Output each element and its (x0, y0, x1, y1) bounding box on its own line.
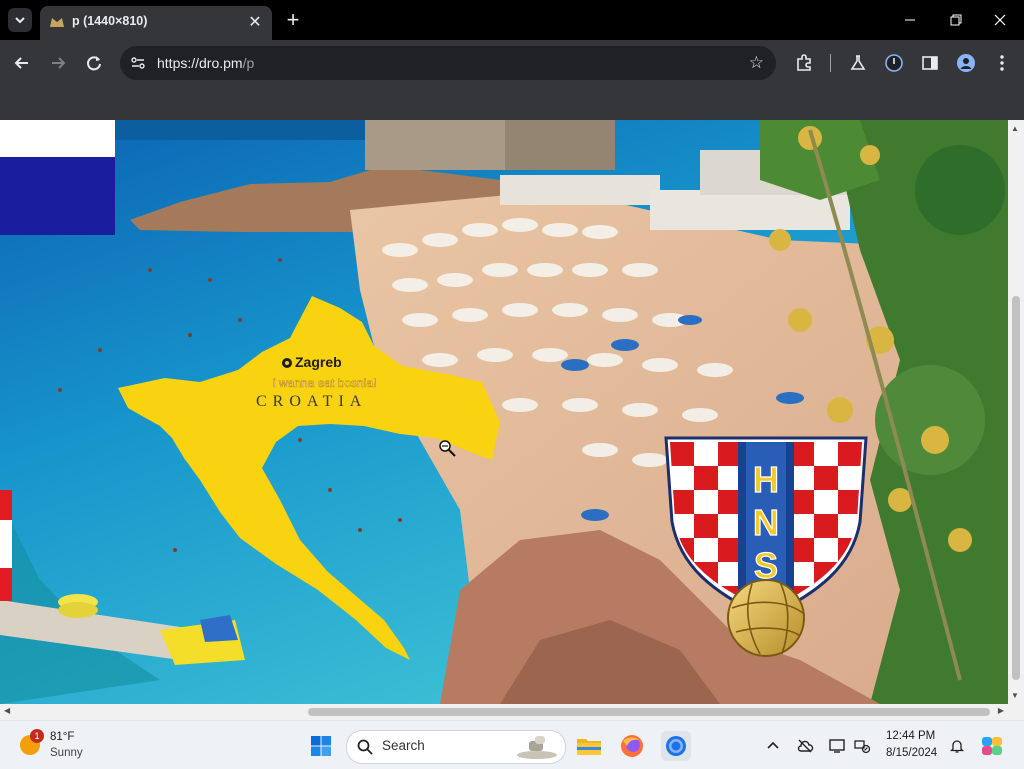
tab-title: p (1440×810) (72, 14, 148, 28)
url-text: https://dro.pm/p (157, 55, 254, 71)
tab-strip: p (1440×810) ✕ + (0, 0, 1024, 40)
star-icon[interactable]: ☆ (749, 53, 764, 73)
map-country-label: CROATIA (256, 393, 367, 410)
vertical-scrollbar[interactable]: ▲ ▼ (1008, 120, 1024, 704)
weather-widget[interactable]: 1 81°F Sunny (18, 729, 118, 763)
browser-tab[interactable]: p (1440×810) ✕ (40, 6, 272, 40)
vertical-scroll-thumb[interactable] (1012, 296, 1020, 680)
chevron-up-icon[interactable] (764, 737, 782, 755)
puzzle-icon[interactable] (794, 53, 814, 73)
site-info-icon[interactable] (130, 55, 146, 71)
display-icon[interactable] (828, 737, 846, 755)
cloud-off-icon[interactable] (796, 737, 814, 755)
weather-description: Sunny (50, 747, 83, 759)
copilot-icon[interactable] (980, 734, 1004, 758)
url-host: https://dro.pm (157, 55, 243, 71)
crest-letter-n: N (753, 502, 779, 543)
search-icon (357, 739, 373, 755)
horizontal-scroll-thumb[interactable] (308, 708, 990, 716)
beach-scene-image: Zagreb i wanna eat bosnia! CROATIA H N S (0, 120, 1008, 704)
extension-badge-icon[interactable] (884, 53, 904, 73)
windows-start-icon[interactable] (310, 735, 332, 757)
scroll-right-arrow-icon[interactable]: ▶ (998, 706, 1004, 715)
chrome-icon (666, 736, 686, 756)
map-caption-label: i wanna eat bosnia! (273, 376, 376, 390)
scroll-left-arrow-icon[interactable]: ◀ (4, 706, 10, 715)
close-window-icon[interactable] (990, 10, 1010, 30)
side-panel-icon[interactable] (920, 53, 940, 73)
clock-time[interactable]: 12:44 PM (886, 730, 935, 742)
map-city-label: Zagreb (295, 354, 342, 370)
chevron-down-icon (15, 17, 25, 24)
tab-favicon-icon (50, 18, 64, 27)
firefox-icon[interactable] (617, 731, 647, 761)
search-highlight-image (517, 736, 557, 759)
page-content: Zagreb i wanna eat bosnia! CROATIA H N S (0, 120, 1008, 704)
new-tab-button[interactable]: + (282, 7, 304, 33)
address-bar[interactable]: https://dro.pm/p ☆ (120, 46, 776, 80)
taskbar-search-box[interactable]: Search (346, 730, 566, 764)
tab-search-button[interactable] (8, 8, 32, 32)
scroll-up-arrow-icon[interactable]: ▲ (1011, 124, 1019, 133)
crest-letter-h: H (753, 459, 779, 500)
arrow-left-icon[interactable] (11, 52, 33, 74)
chrome-taskbar-button[interactable] (661, 731, 691, 761)
toolbar-separator (830, 54, 831, 72)
network-icon[interactable] (853, 737, 871, 755)
horizontal-scrollbar[interactable]: ◀ ▶ (0, 704, 1024, 720)
browser-toolbar: https://dro.pm/p ☆ (0, 40, 1024, 120)
reload-icon[interactable] (83, 52, 105, 74)
file-explorer-icon[interactable] (574, 731, 604, 761)
scroll-down-arrow-icon[interactable]: ▼ (1011, 691, 1019, 700)
weather-temperature: 81°F (50, 731, 75, 743)
person-icon[interactable] (956, 53, 976, 73)
minimize-icon[interactable] (900, 10, 920, 30)
search-placeholder: Search (382, 738, 425, 753)
tab-close-icon[interactable]: ✕ (246, 12, 264, 32)
flask-icon[interactable] (848, 53, 868, 73)
url-path: /p (242, 55, 255, 71)
kebab-menu-icon[interactable] (992, 53, 1012, 73)
clock-date[interactable]: 8/15/2024 (886, 747, 937, 759)
restore-icon[interactable] (946, 10, 966, 30)
bell-icon[interactable] (948, 737, 966, 755)
arrow-right-icon[interactable] (47, 52, 69, 74)
notification-badge: 1 (30, 729, 44, 743)
windows-taskbar: 1 81°F Sunny Search 12:44 PM 8/15/2024 (0, 720, 1024, 769)
